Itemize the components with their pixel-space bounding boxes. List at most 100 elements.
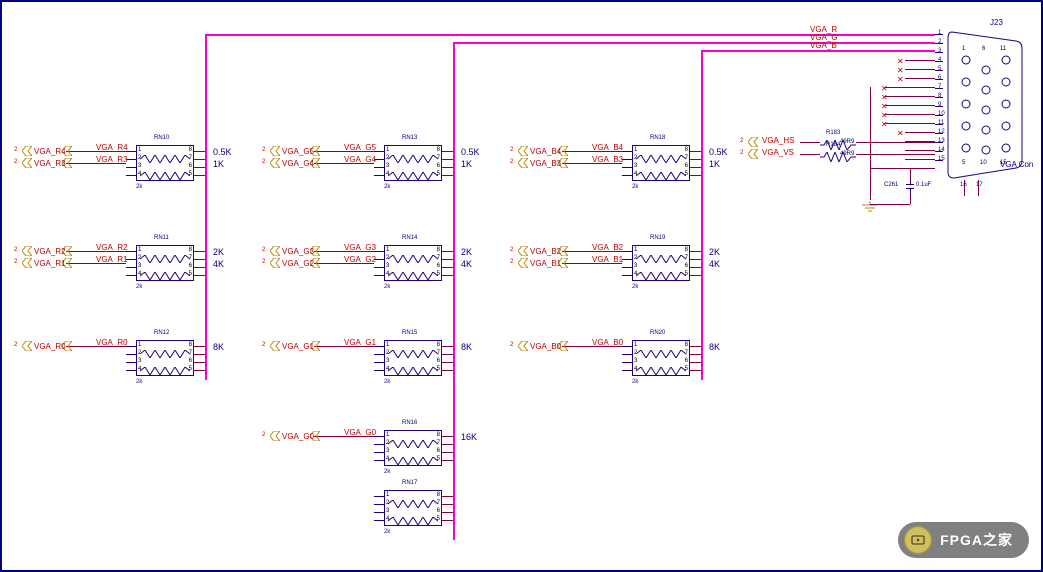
no-connect-icon: ✕: [881, 86, 887, 92]
wire: [194, 259, 205, 260]
wire: [690, 151, 701, 152]
wire: [690, 346, 701, 347]
no-connect-icon: ✕: [881, 104, 887, 110]
port-pin: 2: [14, 247, 17, 253]
off-page-port-icon: [270, 246, 280, 256]
wire: [194, 275, 205, 276]
port-pin: 2: [510, 159, 513, 165]
resistor-value: 1K: [213, 159, 224, 169]
net-label: VGA_R2: [96, 243, 128, 252]
wire: [442, 354, 453, 355]
port-pin: 2: [510, 342, 513, 348]
wire: [910, 194, 911, 204]
net-label: VGA_G3: [344, 243, 376, 252]
resistor-value: 16K: [461, 432, 477, 442]
wire: [442, 275, 453, 276]
wire: [690, 159, 701, 160]
bus: [453, 42, 935, 44]
net-label: VGA_G4: [344, 155, 376, 164]
vga-connector: 161151015: [946, 30, 1024, 180]
port-label: VGA_B2: [530, 247, 561, 256]
port-label: VGA_R4: [34, 147, 66, 156]
resistor-network: 123487652k: [384, 340, 442, 376]
wire: [690, 267, 701, 268]
watermark-text: FPGA之家: [940, 530, 1013, 550]
net-label: VGA_R4: [96, 143, 128, 152]
off-page-port-icon: [518, 341, 528, 351]
wire: [442, 362, 453, 363]
resistor-value: 0.5K: [709, 147, 728, 157]
wire: [442, 512, 453, 513]
off-page-port-icon: [270, 158, 280, 168]
connector-name: VGA Con: [1000, 160, 1033, 169]
net-label: VGA_HS: [762, 136, 794, 145]
resistor-network: 123487652k: [136, 340, 194, 376]
refdes: RN17: [402, 480, 417, 486]
off-page-port-icon: [270, 258, 280, 268]
port-pin: 2: [740, 138, 743, 144]
wire: [194, 167, 205, 168]
refdes: RN18: [650, 135, 665, 141]
wire: [442, 496, 453, 497]
pin-number: 11: [938, 120, 944, 126]
wire: [690, 362, 701, 363]
refdes: R183: [826, 130, 840, 136]
resistor-network: 123487652k: [384, 430, 442, 466]
port-pin: 2: [14, 259, 17, 265]
port-label: VGA_G0: [282, 432, 314, 441]
bus: [205, 34, 207, 380]
port-pin: 2: [510, 147, 513, 153]
refdes: RN13: [402, 135, 417, 141]
no-connect-icon: ✕: [897, 77, 903, 83]
net-label: VGA_VS: [762, 148, 794, 157]
off-page-port-icon: [270, 146, 280, 156]
off-page-port-icon: [518, 158, 528, 168]
pin-number: 15: [938, 156, 945, 162]
no-connect-icon: ✕: [897, 68, 903, 74]
refdes: RN20: [650, 330, 665, 336]
resistor-network: 123487652k: [384, 145, 442, 181]
port-pin: 2: [14, 147, 17, 153]
resistor-network: 123487652k: [384, 490, 442, 526]
port-label: VGA_B3: [530, 159, 561, 168]
port-label: VGA_G2: [282, 259, 314, 268]
no-connect-icon: ✕: [881, 122, 887, 128]
resistor-network: 123487652k: [384, 245, 442, 281]
bus: [701, 50, 935, 52]
wire: [442, 346, 453, 347]
wire: [442, 251, 453, 252]
off-page-port-icon: [22, 258, 32, 268]
port-label: VGA_G3: [282, 247, 314, 256]
value: 0.1uF: [916, 182, 931, 188]
pin-number: 2: [938, 39, 941, 45]
pin-number: 5: [938, 66, 941, 72]
pin-number: 14: [938, 147, 945, 153]
wire: [194, 267, 205, 268]
net-label: VGA_G1: [344, 338, 376, 347]
off-page-port-icon: [748, 137, 758, 147]
svg-text:10: 10: [980, 160, 987, 166]
wire: [905, 60, 935, 61]
pin-number: 10: [938, 111, 945, 117]
value: 49R9: [840, 139, 854, 145]
wire: [194, 151, 205, 152]
resistor-value: 1K: [461, 159, 472, 169]
wire: [690, 175, 701, 176]
pin-number: 9: [938, 102, 941, 108]
capacitor: [906, 180, 914, 194]
wire: [885, 123, 935, 124]
wire: [442, 175, 453, 176]
wire: [885, 105, 935, 106]
port-pin: 2: [14, 342, 17, 348]
refdes: RN11: [154, 235, 169, 241]
port-pin: 2: [262, 432, 265, 438]
port-label: VGA_R3: [34, 159, 66, 168]
resistor-network: 123487652k: [632, 340, 690, 376]
refdes: RN19: [650, 235, 665, 241]
no-connect-icon: ✕: [897, 131, 903, 137]
resistor-value: 2K: [709, 247, 720, 257]
wire: [905, 78, 935, 79]
port-label: VGA_R1: [34, 259, 66, 268]
wire: [800, 154, 820, 155]
no-connect-icon: ✕: [881, 113, 887, 119]
